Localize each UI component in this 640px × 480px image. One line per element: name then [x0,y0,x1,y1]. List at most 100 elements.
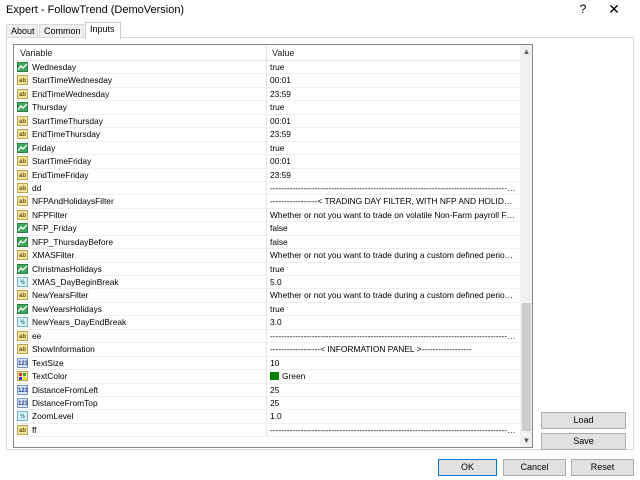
scroll-up-arrow-icon[interactable]: ▲ [520,45,532,58]
variable-value[interactable]: 23:59 [270,129,516,139]
ok-button[interactable]: OK [438,459,497,476]
variable-value[interactable]: true [270,264,516,274]
trend-icon [17,144,28,152]
table-row[interactable]: ½ ZoomLevel 1.0 [14,410,520,424]
table-row[interactable]: TextColor Green [14,370,520,384]
table-row[interactable]: ab EndTimeFriday 23:59 [14,168,520,182]
table-row[interactable]: ab ff ------------------------------------… [14,423,520,438]
grid-header: Variable Value [14,45,520,61]
inputs-grid[interactable]: Variable Value Wednesday true ab StartTimeW… [13,44,533,448]
cell-divider [266,276,267,289]
table-row[interactable]: ab NFPFilter Whether or not you want to tr… [14,208,520,223]
boolean-type-icon [17,303,28,314]
variable-value[interactable]: true [270,102,516,112]
tab-common[interactable]: Common [39,24,84,38]
variable-value[interactable]: 10 [270,358,516,368]
table-row[interactable]: ab XMASFilter Whether or not you want to t… [14,249,520,263]
value-column-header[interactable]: Value [272,48,294,58]
tab-inputs[interactable]: Inputs [85,22,121,39]
scroll-down-arrow-icon[interactable]: ▼ [520,434,532,447]
help-button[interactable]: ? [576,2,590,18]
boolean-type-icon [17,102,28,113]
table-row[interactable]: ab EndTimeWednesday 23:59 [14,87,520,102]
table-row[interactable]: Wednesday true [14,61,520,75]
string-type-icon: ab [17,129,28,140]
table-row[interactable]: ChristmasHolidays true [14,262,520,276]
variable-value[interactable]: 23:59 [270,170,516,180]
variable-name: EndTimeFriday [32,169,89,180]
table-row[interactable]: ab EndTimeThursday 23:59 [14,128,520,142]
variable-value[interactable]: ----------------------------------------… [270,425,516,435]
table-row[interactable]: ½ XMAS_DayBeginBreak 5.0 [14,276,520,290]
variable-value[interactable]: 5.0 [270,277,516,287]
string-type-icon: ab [17,290,28,301]
close-button[interactable]: ✕ [606,1,622,19]
variable-value[interactable]: true [270,304,516,314]
string-type-icon: ab [17,196,28,207]
variable-value[interactable]: ------------------< INFORMATION PANEL >-… [270,344,516,354]
color-swatch [270,372,279,381]
variable-name: NFP_ThursdayBefore [32,236,113,247]
variable-value[interactable]: 25 [270,398,516,408]
table-row[interactable]: ab NewYearsFilter Whether or not you want … [14,289,520,303]
table-row[interactable]: ½ NewYears_DayEndBreak 3.0 [14,316,520,330]
column-divider[interactable] [266,45,267,61]
variable-value[interactable]: Whether or not you want to trade on vola… [270,210,516,220]
table-row[interactable]: ab NFPAndHolidaysFilter -----------------<… [14,195,520,209]
variable-name: NewYearsFilter [32,290,89,301]
variable-value[interactable]: Green [270,371,516,381]
variable-value[interactable]: true [270,62,516,72]
variable-value[interactable]: true [270,143,516,153]
variable-value[interactable]: false [270,237,516,247]
string-type-icon: ab [17,156,28,167]
table-row[interactable]: NFP_ThursdayBefore false [14,235,520,250]
variable-value[interactable]: Whether or not you want to trade during … [270,290,516,300]
table-row[interactable]: ab StartTimeFriday 00:01 [14,155,520,169]
table-row[interactable]: 123 DistanceFromTop 25 [14,396,520,411]
variable-value[interactable]: 3.0 [270,317,516,327]
variable-name: ee [32,330,42,341]
scroll-thumb[interactable] [522,303,531,431]
table-row[interactable]: Friday true [14,141,520,156]
variable-value[interactable]: Whether or not you want to trade during … [270,250,516,260]
table-row[interactable]: ab StartTimeThursday 00:01 [14,114,520,129]
reset-button[interactable]: Reset [571,459,634,476]
load-button[interactable]: Load [541,412,626,429]
variable-name: NewYears_DayEndBreak [32,317,127,328]
double-type-icon: ½ [17,411,28,422]
variable-column-header[interactable]: Variable [20,48,52,58]
cell-divider [266,383,267,396]
table-row[interactable]: ab StartTimeWednesday 00:01 [14,74,520,88]
string-type-icon: ab [17,115,28,126]
variable-value[interactable]: 23:59 [270,89,516,99]
table-row[interactable]: NFP_Friday false [14,222,520,236]
title-bar: Expert - FollowTrend (DemoVersion) ? ✕ [0,0,640,22]
tab-about[interactable]: About [6,24,38,38]
variable-name: TextColor [32,371,68,382]
variable-value[interactable]: -----------------< TRADING DAY FILTER, W… [270,196,516,206]
variable-value[interactable]: 00:01 [270,75,516,85]
save-button[interactable]: Save [541,433,626,450]
variable-value[interactable]: false [270,223,516,233]
table-row[interactable]: ab dd ------------------------------------… [14,181,520,196]
integer-type-icon: 123 [17,357,28,368]
cell-divider [266,208,267,222]
variable-value[interactable]: 00:01 [270,156,516,166]
variable-value[interactable]: ----------------------------------------… [270,331,516,341]
variable-value[interactable]: ----------------------------------------… [270,183,516,193]
table-row[interactable]: ab ee ------------------------------------… [14,329,520,344]
table-row[interactable]: ab ShowInformation ------------------< INF… [14,343,520,357]
variable-value[interactable]: 1.0 [270,411,516,421]
boolean-type-icon [17,236,28,247]
table-row[interactable]: 123 DistanceFromLeft 25 [14,383,520,397]
table-row[interactable]: 123 TextSize 10 [14,356,520,371]
vertical-scrollbar[interactable]: ▲ ▼ [520,45,532,447]
cell-divider [266,302,267,316]
variable-value[interactable]: 00:01 [270,116,516,126]
cancel-button[interactable]: Cancel [503,459,566,476]
table-row[interactable]: NewYearsHolidays true [14,302,520,317]
variable-value[interactable]: 25 [270,385,516,395]
table-row[interactable]: Thursday true [14,101,520,115]
grid-rows: Wednesday true ab StartTimeWednesday 00:01 ab… [14,61,520,438]
cell-divider [266,195,267,208]
